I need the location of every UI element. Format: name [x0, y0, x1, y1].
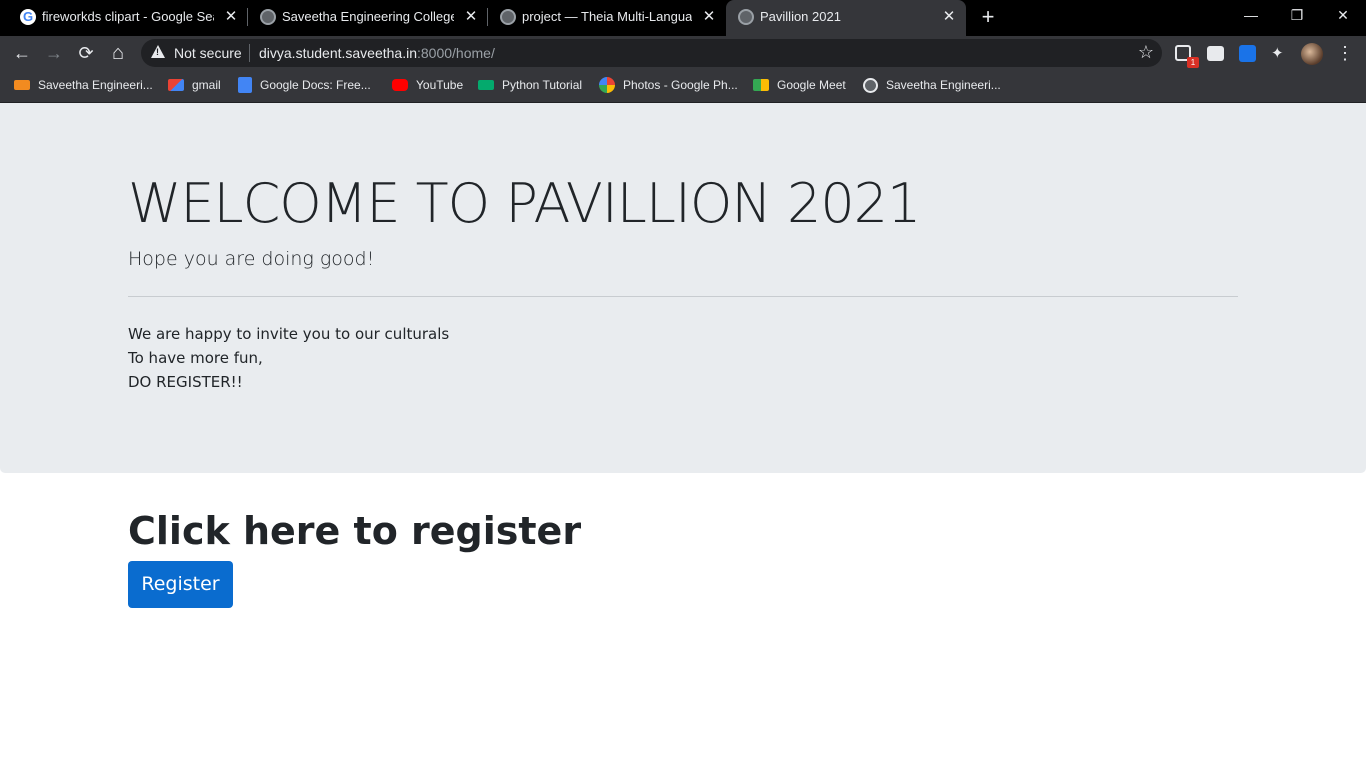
- tab-title: Pavillion 2021: [760, 9, 841, 24]
- forward-button[interactable]: →: [41, 40, 67, 66]
- bookmark-label: Saveetha Engineeri...: [886, 78, 1001, 92]
- bookmark-star-icon[interactable]: ☆: [1138, 42, 1154, 62]
- bookmark-item[interactable]: Saveetha Engineeri...: [863, 76, 1001, 94]
- invite-line: To have more fun,: [128, 349, 263, 367]
- lead-text: Hope you are doing good!: [128, 248, 375, 270]
- invite-line: We are happy to invite you to our cultur…: [128, 325, 450, 343]
- media-extension-icon[interactable]: [1207, 46, 1224, 61]
- warning-icon: [151, 45, 165, 58]
- bookmark-label: Google Meet: [777, 78, 846, 92]
- reload-button[interactable]: ⟳: [73, 40, 99, 66]
- tab-title: fireworkds clipart - Google Search: [42, 9, 214, 24]
- url-text[interactable]: divya.student.saveetha.in:8000/home/: [259, 45, 495, 61]
- bookmark-label: gmail: [192, 78, 221, 92]
- bookmark-item[interactable]: YouTube: [392, 76, 463, 94]
- bookmark-label: Google Docs: Free...: [260, 78, 371, 92]
- bookmark-label: YouTube: [416, 78, 464, 92]
- minimize-button[interactable]: —: [1228, 0, 1274, 32]
- bookmark-label: Saveetha Engineeri...: [38, 78, 153, 92]
- register-heading: Click here to register: [128, 509, 582, 553]
- browser-toolbar: ← → ⟳ ⌂ Not secure divya.student.saveeth…: [0, 36, 1366, 70]
- google-icon: [20, 9, 36, 25]
- page-content: WELCOME TO PAVILLION 2021 Hope you are d…: [0, 103, 1366, 766]
- close-icon[interactable]: ✕: [700, 8, 718, 26]
- globe-icon: [500, 9, 516, 25]
- bookmark-item[interactable]: Saveetha Engineeri...: [14, 76, 153, 94]
- bookmark-item[interactable]: gmail: [168, 76, 221, 94]
- close-icon[interactable]: ✕: [222, 8, 240, 26]
- bookmark-item[interactable]: Google Meet: [753, 76, 846, 94]
- search-extension-icon[interactable]: [1239, 45, 1256, 62]
- page-title: WELCOME TO PAVILLION 2021: [128, 172, 921, 235]
- bookmarks-bar: Saveetha Engineeri... gmail Google Docs:…: [0, 70, 1366, 103]
- extension-icon[interactable]: 1: [1175, 45, 1199, 68]
- new-tab-button[interactable]: +: [977, 6, 999, 28]
- address-bar[interactable]: Not secure divya.student.saveetha.in:800…: [141, 39, 1162, 67]
- close-icon[interactable]: ✕: [940, 8, 958, 26]
- extension-badge: 1: [1187, 57, 1199, 68]
- youtube-icon: [392, 79, 408, 91]
- w3schools-icon: [478, 80, 494, 90]
- tab-saveetha[interactable]: Saveetha Engineering College ✕: [248, 0, 488, 34]
- bookmark-item[interactable]: Python Tutorial: [478, 76, 582, 94]
- gmail-icon: [168, 79, 184, 91]
- url-path: :8000/home/: [417, 45, 495, 61]
- globe-icon: [738, 9, 754, 25]
- saveetha-icon: [14, 80, 30, 90]
- tab-theia[interactable]: project — Theia Multi-Language Workspace…: [488, 0, 726, 34]
- jumbotron: WELCOME TO PAVILLION 2021 Hope you are d…: [0, 103, 1366, 473]
- menu-icon[interactable]: ⋮: [1335, 42, 1355, 64]
- tab-pavillion[interactable]: Pavillion 2021 ✕: [726, 0, 966, 36]
- register-button[interactable]: Register: [128, 561, 233, 608]
- photos-icon: [599, 77, 615, 93]
- tab-strip: fireworkds clipart - Google Search ✕ Sav…: [0, 0, 1366, 36]
- close-window-button[interactable]: ✕: [1320, 0, 1366, 32]
- back-button[interactable]: ←: [9, 40, 35, 66]
- bookmark-label: Photos - Google Ph...: [623, 78, 738, 92]
- divider: [128, 296, 1238, 297]
- home-button[interactable]: ⌂: [105, 40, 131, 66]
- docs-icon: [238, 77, 252, 93]
- tab-title: project — Theia Multi-Language Workspace: [522, 9, 692, 24]
- url-host: divya.student.saveetha.in: [259, 45, 417, 61]
- globe-icon: [260, 9, 276, 25]
- invite-line: DO REGISTER!!: [128, 373, 243, 391]
- meet-icon: [753, 79, 769, 91]
- tab-google-search[interactable]: fireworkds clipart - Google Search ✕: [8, 0, 248, 34]
- bookmark-item[interactable]: Photos - Google Ph...: [599, 76, 738, 94]
- url-separator: [249, 44, 250, 62]
- invite-text: We are happy to invite you to our cultur…: [128, 322, 449, 394]
- bookmark-label: Python Tutorial: [502, 78, 583, 92]
- tab-title: Saveetha Engineering College: [282, 9, 454, 24]
- puzzle-icon[interactable]: ✦: [1271, 46, 1287, 62]
- close-icon[interactable]: ✕: [462, 8, 480, 26]
- avatar[interactable]: [1301, 43, 1323, 65]
- restore-button[interactable]: ❐: [1274, 0, 1320, 32]
- bookmark-item[interactable]: Google Docs: Free...: [238, 76, 371, 94]
- security-label[interactable]: Not secure: [174, 45, 242, 61]
- globe-icon: [863, 77, 878, 93]
